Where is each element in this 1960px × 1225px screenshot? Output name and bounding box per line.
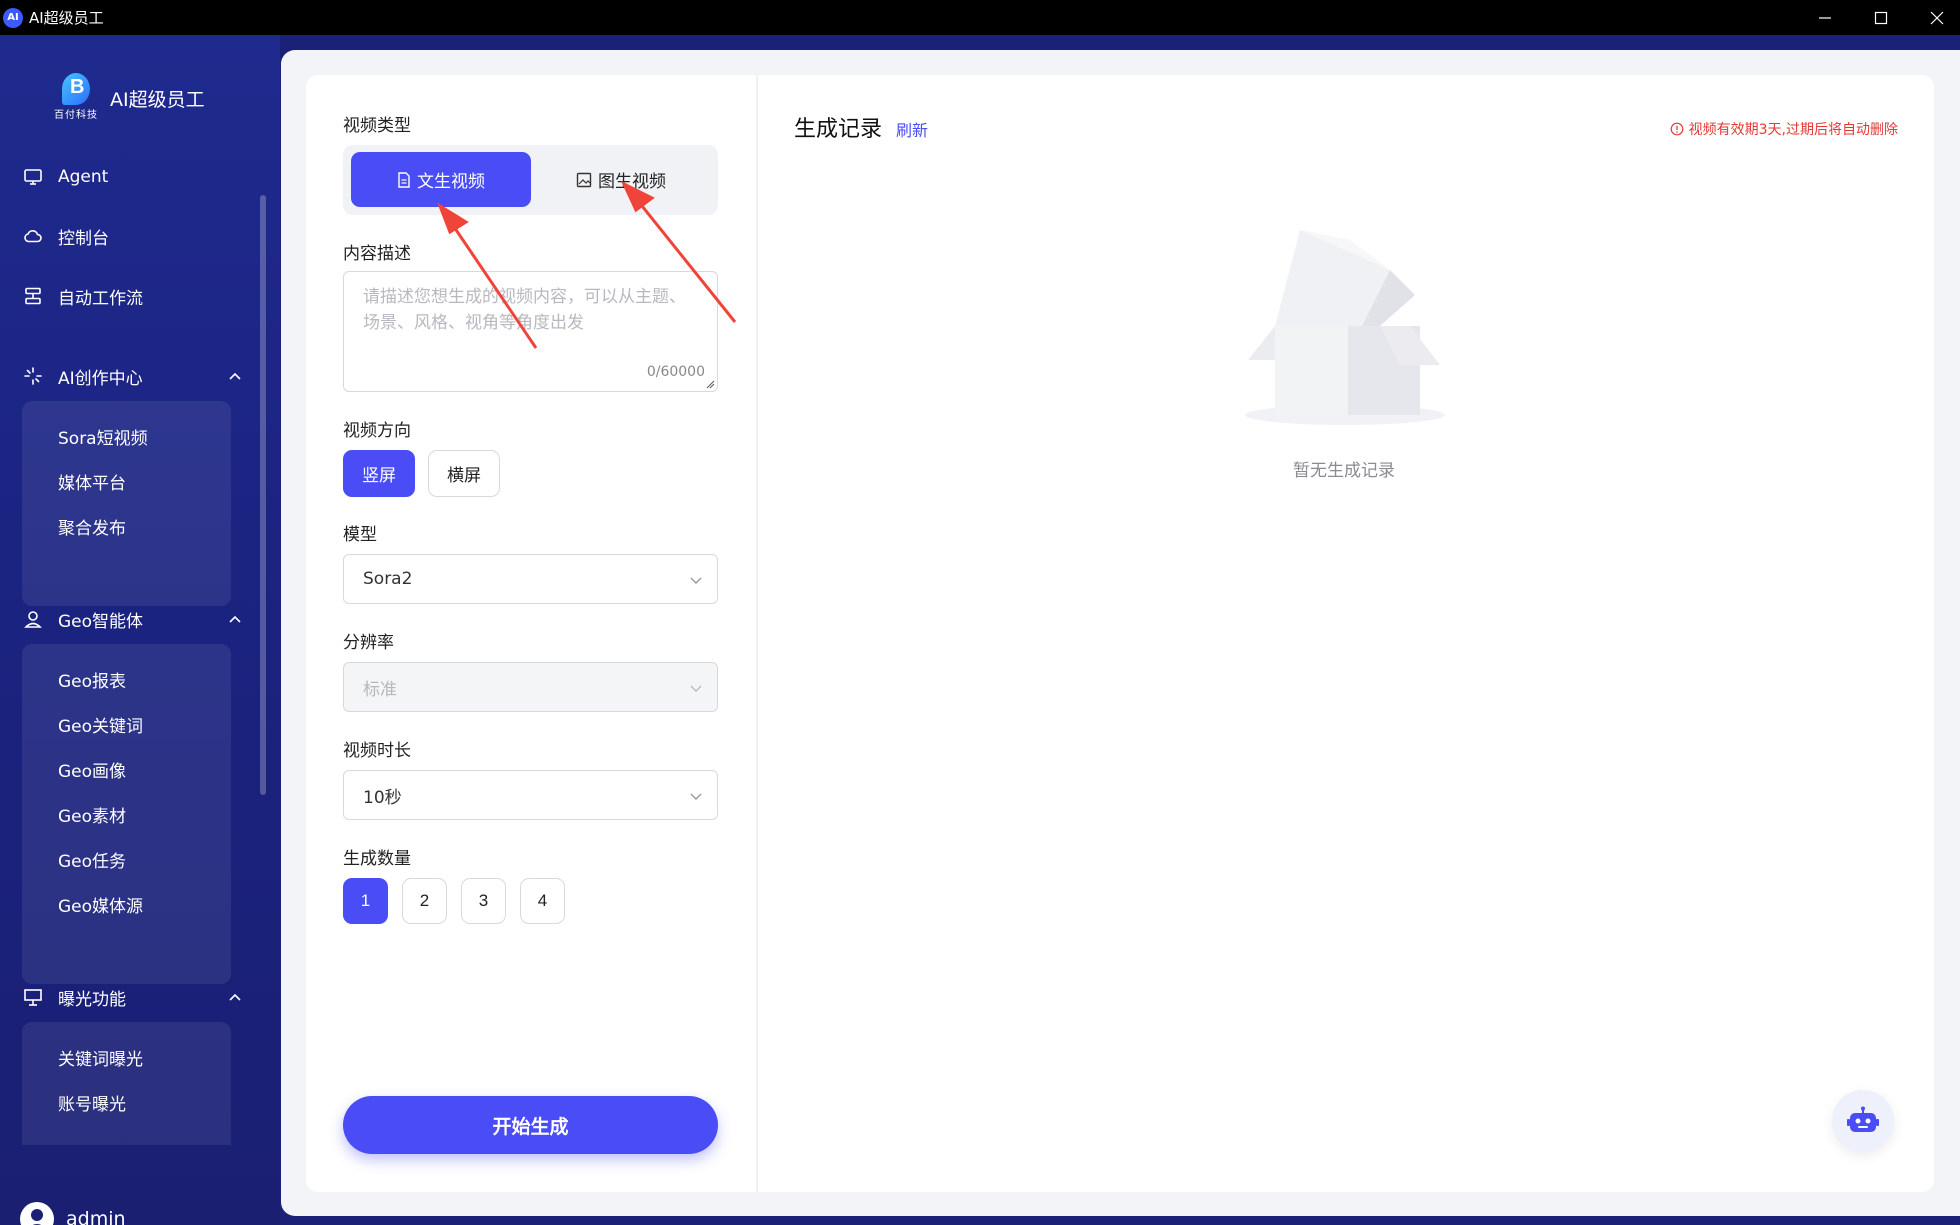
robot-icon (1847, 1106, 1879, 1132)
user-pin-icon (22, 608, 44, 630)
image-icon (576, 172, 592, 188)
chevron-up-icon (229, 372, 241, 380)
sidebar: 百付科技 AI超级员工 Agent 控制台 自动工作流 AI创作中心 Sora短… (0, 35, 280, 1225)
quantity-option-2[interactable]: 2 (402, 878, 447, 924)
model-select[interactable]: Sora2 (343, 554, 718, 604)
minimize-icon (1819, 16, 1831, 19)
sidebar-item-keyword-exposure[interactable]: 关键词曝光 (22, 1035, 231, 1080)
character-counter: 0/60000 (646, 364, 705, 380)
sidebar-item-geo-profile[interactable]: Geo画像 (22, 747, 231, 792)
sidebar-group-ai-creation[interactable]: AI创作中心 (22, 356, 242, 396)
orientation-label: 视频方向 (343, 421, 411, 441)
sidebar-group-geo[interactable]: Geo智能体 (22, 599, 242, 639)
video-type-label: 视频类型 (343, 116, 411, 136)
sidebar-item-label: 控制台 (58, 228, 109, 249)
expiry-notice: 视频有效期3天,过期后将自动删除 (1670, 119, 1898, 139)
chevron-up-icon (229, 615, 241, 623)
sidebar-item-geo-report[interactable]: Geo报表 (22, 657, 231, 702)
sidebar-group-label: 曝光功能 (58, 989, 126, 1010)
minimize-button[interactable] (1796, 0, 1854, 35)
chevron-down-icon (690, 577, 702, 584)
brand-name: AI超级员工 (110, 88, 205, 111)
model-value: Sora2 (363, 569, 413, 589)
avatar (20, 1202, 54, 1225)
sidebar-item-label: Agent (58, 167, 109, 187)
sidebar-subgroup-ai-creation: Sora短视频 媒体平台 聚合发布 (22, 401, 231, 606)
landscape-option[interactable]: 横屏 (428, 450, 500, 497)
maximize-button[interactable] (1852, 0, 1910, 35)
content-placeholder: 请描述您想生成的视频内容，可以从主题、场景、风格、视角等角度出发 (363, 287, 686, 333)
brand: 百付科技 AI超级员工 (50, 73, 205, 123)
resolution-select[interactable]: 标准 (343, 662, 718, 712)
workflow-icon (22, 285, 44, 307)
text-to-video-tab[interactable]: 文生视频 (351, 152, 531, 207)
resolution-value: 标准 (363, 679, 397, 700)
presentation-icon (22, 986, 44, 1008)
sidebar-group-label: AI创作中心 (58, 368, 143, 389)
start-generate-button[interactable]: 开始生成 (343, 1096, 718, 1154)
sidebar-scrollbar[interactable] (260, 195, 266, 795)
quantity-label: 生成数量 (343, 849, 411, 869)
resize-grip-icon[interactable] (705, 379, 715, 389)
sidebar-item-workflow[interactable]: 自动工作流 (22, 276, 242, 316)
image-to-video-tab[interactable]: 图生视频 (531, 152, 711, 207)
sidebar-group-label: Geo智能体 (58, 611, 144, 632)
refresh-link[interactable]: 刷新 (896, 117, 928, 141)
brand-logo: 百付科技 (50, 73, 102, 123)
tab-label: 文生视频 (417, 172, 485, 192)
quantity-option-1[interactable]: 1 (343, 878, 388, 924)
sidebar-item-media-platform[interactable]: 媒体平台 (22, 459, 231, 504)
sidebar-item-geo-task[interactable]: Geo任务 (22, 837, 231, 882)
close-button[interactable] (1908, 0, 1960, 35)
assistant-bot-button[interactable] (1832, 1090, 1894, 1152)
window-titlebar: AI AI超级员工 (0, 0, 1960, 35)
sidebar-item-account-exposure[interactable]: 账号曝光 (22, 1080, 231, 1125)
empty-box-illustration (1245, 230, 1445, 425)
user-profile[interactable]: admin (20, 1202, 126, 1225)
sidebar-item-agent[interactable]: Agent (22, 157, 242, 197)
sidebar-subgroup-geo: Geo报表 Geo关键词 Geo画像 Geo素材 Geo任务 Geo媒体源 (22, 644, 231, 984)
sidebar-subgroup-exposure: 关键词曝光 账号曝光 (22, 1022, 231, 1145)
sidebar-item-sora[interactable]: Sora短视频 (22, 414, 231, 459)
quantity-option-3[interactable]: 3 (461, 878, 506, 924)
resolution-label: 分辨率 (343, 633, 394, 653)
empty-state-text: 暂无生成记录 (1293, 461, 1395, 481)
chevron-down-icon (690, 793, 702, 800)
sparkle-icon (22, 365, 44, 387)
model-label: 模型 (343, 525, 377, 545)
user-name: admin (66, 1208, 126, 1225)
monitor-icon (22, 166, 44, 188)
video-type-segmented: 文生视频 图生视频 (343, 145, 718, 215)
sidebar-item-label: 自动工作流 (58, 288, 143, 309)
info-icon (1670, 122, 1684, 136)
notice-text: 视频有效期3天,过期后将自动删除 (1688, 122, 1898, 138)
sidebar-item-console[interactable]: 控制台 (22, 216, 242, 256)
sidebar-item-aggregate-publish[interactable]: 聚合发布 (22, 504, 231, 549)
sidebar-item-geo-media-source[interactable]: Geo媒体源 (22, 882, 231, 927)
duration-select[interactable]: 10秒 (343, 770, 718, 820)
cloud-icon (22, 225, 44, 247)
records-title: 生成记录 (794, 117, 883, 142)
close-icon (1930, 11, 1944, 24)
chevron-down-icon (690, 685, 702, 692)
chevron-up-icon (229, 993, 241, 1001)
content-textarea[interactable]: 请描述您想生成的视频内容，可以从主题、场景、风格、视角等角度出发 0/60000 (343, 271, 718, 392)
duration-label: 视频时长 (343, 741, 411, 761)
quantity-option-4[interactable]: 4 (520, 878, 565, 924)
portrait-option[interactable]: 竖屏 (343, 450, 415, 497)
sidebar-group-exposure[interactable]: 曝光功能 (22, 977, 242, 1017)
tab-label: 图生视频 (598, 172, 666, 192)
content-label: 内容描述 (343, 244, 411, 264)
document-icon (397, 171, 411, 188)
app-icon: AI (3, 7, 23, 28)
duration-value: 10秒 (363, 787, 402, 808)
window-title: AI超级员工 (29, 9, 104, 27)
sidebar-item-geo-material[interactable]: Geo素材 (22, 792, 231, 837)
sidebar-item-geo-keyword[interactable]: Geo关键词 (22, 702, 231, 747)
maximize-icon (1874, 11, 1888, 24)
